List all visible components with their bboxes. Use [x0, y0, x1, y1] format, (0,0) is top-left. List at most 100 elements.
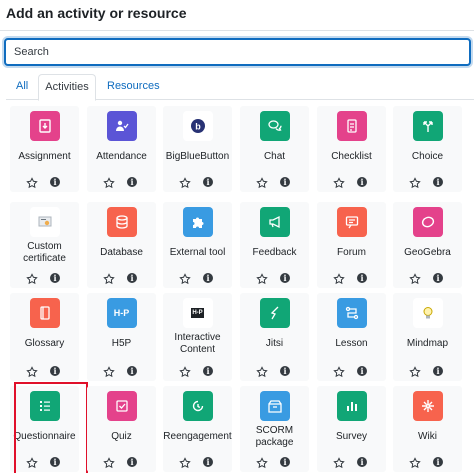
activity-label: GeoGebra: [404, 247, 451, 258]
activity-label: Quiz: [111, 431, 132, 442]
certificate-icon: [29, 207, 60, 237]
activity-card-lesson[interactable]: Lesson i: [317, 293, 386, 381]
star-icon[interactable]: [409, 456, 421, 469]
info-icon[interactable]: i: [50, 273, 60, 283]
activity-label: Chat: [263, 151, 286, 162]
star-icon[interactable]: [103, 272, 115, 285]
info-icon[interactable]: i: [433, 273, 443, 283]
tab-bar: All Activities Resources: [6, 74, 474, 101]
star-icon[interactable]: [333, 272, 345, 285]
activity-card-customcert[interactable]: Custom certificate i: [10, 202, 79, 288]
star-icon[interactable]: [26, 272, 38, 285]
activity-card-bigbluebutton[interactable]: b BigBlueButton i: [163, 106, 232, 192]
star-icon[interactable]: [256, 365, 268, 378]
info-icon[interactable]: i: [280, 273, 290, 283]
info-icon[interactable]: i: [203, 457, 213, 467]
info-icon[interactable]: i: [433, 177, 443, 187]
dialog-title: Add an activity or resource: [6, 5, 187, 21]
star-icon[interactable]: [179, 176, 191, 189]
activity-label: Interactive Content: [174, 332, 221, 355]
info-icon[interactable]: i: [203, 273, 213, 283]
star-icon[interactable]: [256, 272, 268, 285]
chat-icon: [259, 111, 290, 141]
star-icon[interactable]: [409, 365, 421, 378]
info-icon[interactable]: i: [203, 177, 213, 187]
activity-card-attendance[interactable]: Attendance i: [87, 106, 156, 192]
star-icon[interactable]: [103, 176, 115, 189]
tab-all[interactable]: All: [10, 74, 34, 100]
activity-label: Attendance: [96, 151, 147, 162]
forum-icon: [336, 207, 367, 237]
activity-card-quiz[interactable]: Quiz i: [87, 386, 156, 472]
checklist-icon: [336, 111, 367, 141]
activity-card-scorm[interactable]: SCORM package i: [240, 386, 309, 472]
header-divider: [0, 30, 474, 31]
info-icon[interactable]: i: [433, 366, 443, 376]
activity-card-interactive[interactable]: H-P Interactive Content i: [163, 293, 232, 381]
activity-card-forum[interactable]: Forum i: [317, 202, 386, 288]
activity-card-checklist[interactable]: Checklist i: [317, 106, 386, 192]
activity-card-chat[interactable]: Chat i: [240, 106, 309, 192]
activity-card-jitsi[interactable]: Jitsi i: [240, 293, 309, 381]
star-icon[interactable]: [333, 365, 345, 378]
activity-label: SCORM package: [255, 425, 294, 448]
activity-label: Jitsi: [265, 338, 284, 349]
activity-card-h5p[interactable]: H-P H5P i: [87, 293, 156, 381]
search-input[interactable]: [6, 40, 469, 64]
activity-label: Feedback: [252, 247, 297, 258]
interactive-content-icon: H-P: [182, 298, 213, 328]
star-icon[interactable]: [179, 272, 191, 285]
activity-card-choice[interactable]: Choice i: [393, 106, 462, 192]
info-icon[interactable]: i: [127, 273, 137, 283]
lightbulb-icon: [412, 298, 443, 328]
activity-card-glossary[interactable]: Glossary i: [10, 293, 79, 381]
search-field[interactable]: [4, 38, 471, 66]
activity-label: External tool: [169, 247, 226, 258]
activity-label: Mindmap: [406, 338, 449, 349]
activity-card-feedback[interactable]: Feedback i: [240, 202, 309, 288]
info-icon[interactable]: i: [127, 457, 137, 467]
choice-icon: [412, 111, 443, 141]
info-icon[interactable]: i: [203, 366, 213, 376]
star-icon[interactable]: [409, 272, 421, 285]
info-icon[interactable]: i: [357, 457, 367, 467]
star-icon[interactable]: [26, 365, 38, 378]
info-icon[interactable]: i: [433, 457, 443, 467]
megaphone-icon: [259, 207, 290, 237]
info-icon[interactable]: i: [50, 366, 60, 376]
activity-label: H5P: [111, 338, 132, 349]
activity-label: Reengagement: [163, 431, 232, 442]
wiki-icon: [412, 391, 443, 421]
activity-card-wiki[interactable]: Wiki i: [393, 386, 462, 472]
activity-card-geogebra[interactable]: GeoGebra i: [393, 202, 462, 288]
star-icon[interactable]: [256, 456, 268, 469]
star-icon[interactable]: [333, 176, 345, 189]
star-icon[interactable]: [26, 176, 38, 189]
info-icon[interactable]: i: [357, 366, 367, 376]
star-icon[interactable]: [103, 456, 115, 469]
info-icon[interactable]: i: [127, 177, 137, 187]
tab-activities[interactable]: Activities: [38, 74, 96, 101]
star-icon[interactable]: [103, 365, 115, 378]
info-icon[interactable]: i: [280, 366, 290, 376]
activity-card-database[interactable]: Database i: [87, 202, 156, 288]
star-icon[interactable]: [409, 176, 421, 189]
info-icon[interactable]: i: [357, 273, 367, 283]
selection-highlight: [14, 382, 88, 473]
star-icon[interactable]: [333, 456, 345, 469]
info-icon[interactable]: i: [127, 366, 137, 376]
activity-card-reengagement[interactable]: Reengagement i: [163, 386, 232, 472]
activity-card-survey[interactable]: Survey i: [317, 386, 386, 472]
info-icon[interactable]: i: [280, 177, 290, 187]
info-icon[interactable]: i: [280, 457, 290, 467]
star-icon[interactable]: [256, 176, 268, 189]
info-icon[interactable]: i: [50, 177, 60, 187]
activity-label: Survey: [335, 431, 368, 442]
activity-card-assignment[interactable]: Assignment i: [10, 106, 79, 192]
activity-card-mindmap[interactable]: Mindmap i: [393, 293, 462, 381]
activity-card-externaltool[interactable]: External tool i: [163, 202, 232, 288]
info-icon[interactable]: i: [357, 177, 367, 187]
star-icon[interactable]: [179, 365, 191, 378]
tab-resources[interactable]: Resources: [101, 74, 166, 100]
star-icon[interactable]: [179, 456, 191, 469]
